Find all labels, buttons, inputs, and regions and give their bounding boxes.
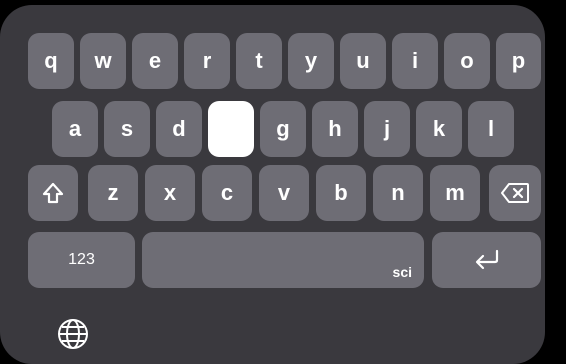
key-c[interactable]: c bbox=[202, 165, 252, 221]
key-o[interactable]: o bbox=[444, 33, 490, 89]
key-x[interactable]: x bbox=[145, 165, 195, 221]
key-i[interactable]: i bbox=[392, 33, 438, 89]
key-q[interactable]: q bbox=[28, 33, 74, 89]
key-v[interactable]: v bbox=[259, 165, 309, 221]
key-m[interactable]: m bbox=[430, 165, 480, 221]
shift-key[interactable] bbox=[28, 165, 78, 221]
space-key[interactable]: sci bbox=[142, 232, 424, 288]
return-icon bbox=[473, 249, 501, 271]
numbers-key[interactable]: 123 bbox=[28, 232, 135, 288]
globe-button[interactable] bbox=[55, 316, 91, 352]
backspace-key[interactable] bbox=[489, 165, 541, 221]
key-k[interactable]: k bbox=[416, 101, 462, 157]
key-a[interactable]: a bbox=[52, 101, 98, 157]
key-d[interactable]: d bbox=[156, 101, 202, 157]
key-j[interactable]: j bbox=[364, 101, 410, 157]
key-r[interactable]: r bbox=[184, 33, 230, 89]
key-f-pressed[interactable] bbox=[208, 101, 254, 157]
key-e[interactable]: e bbox=[132, 33, 178, 89]
key-s[interactable]: s bbox=[104, 101, 150, 157]
key-p[interactable]: p bbox=[496, 33, 541, 89]
space-hint-label: sci bbox=[392, 264, 412, 280]
globe-icon bbox=[57, 318, 89, 350]
key-b[interactable]: b bbox=[316, 165, 366, 221]
key-g[interactable]: g bbox=[260, 101, 306, 157]
key-z[interactable]: z bbox=[88, 165, 138, 221]
shift-icon bbox=[41, 181, 65, 205]
key-h[interactable]: h bbox=[312, 101, 358, 157]
backspace-icon bbox=[500, 182, 530, 204]
return-key[interactable] bbox=[432, 232, 541, 288]
key-y[interactable]: y bbox=[288, 33, 334, 89]
key-u[interactable]: u bbox=[340, 33, 386, 89]
key-n[interactable]: n bbox=[373, 165, 423, 221]
key-t[interactable]: t bbox=[236, 33, 282, 89]
key-w[interactable]: w bbox=[80, 33, 126, 89]
keyboard: q w e r t y u i o p a s d g h j k l z x … bbox=[0, 5, 545, 364]
key-l[interactable]: l bbox=[468, 101, 514, 157]
